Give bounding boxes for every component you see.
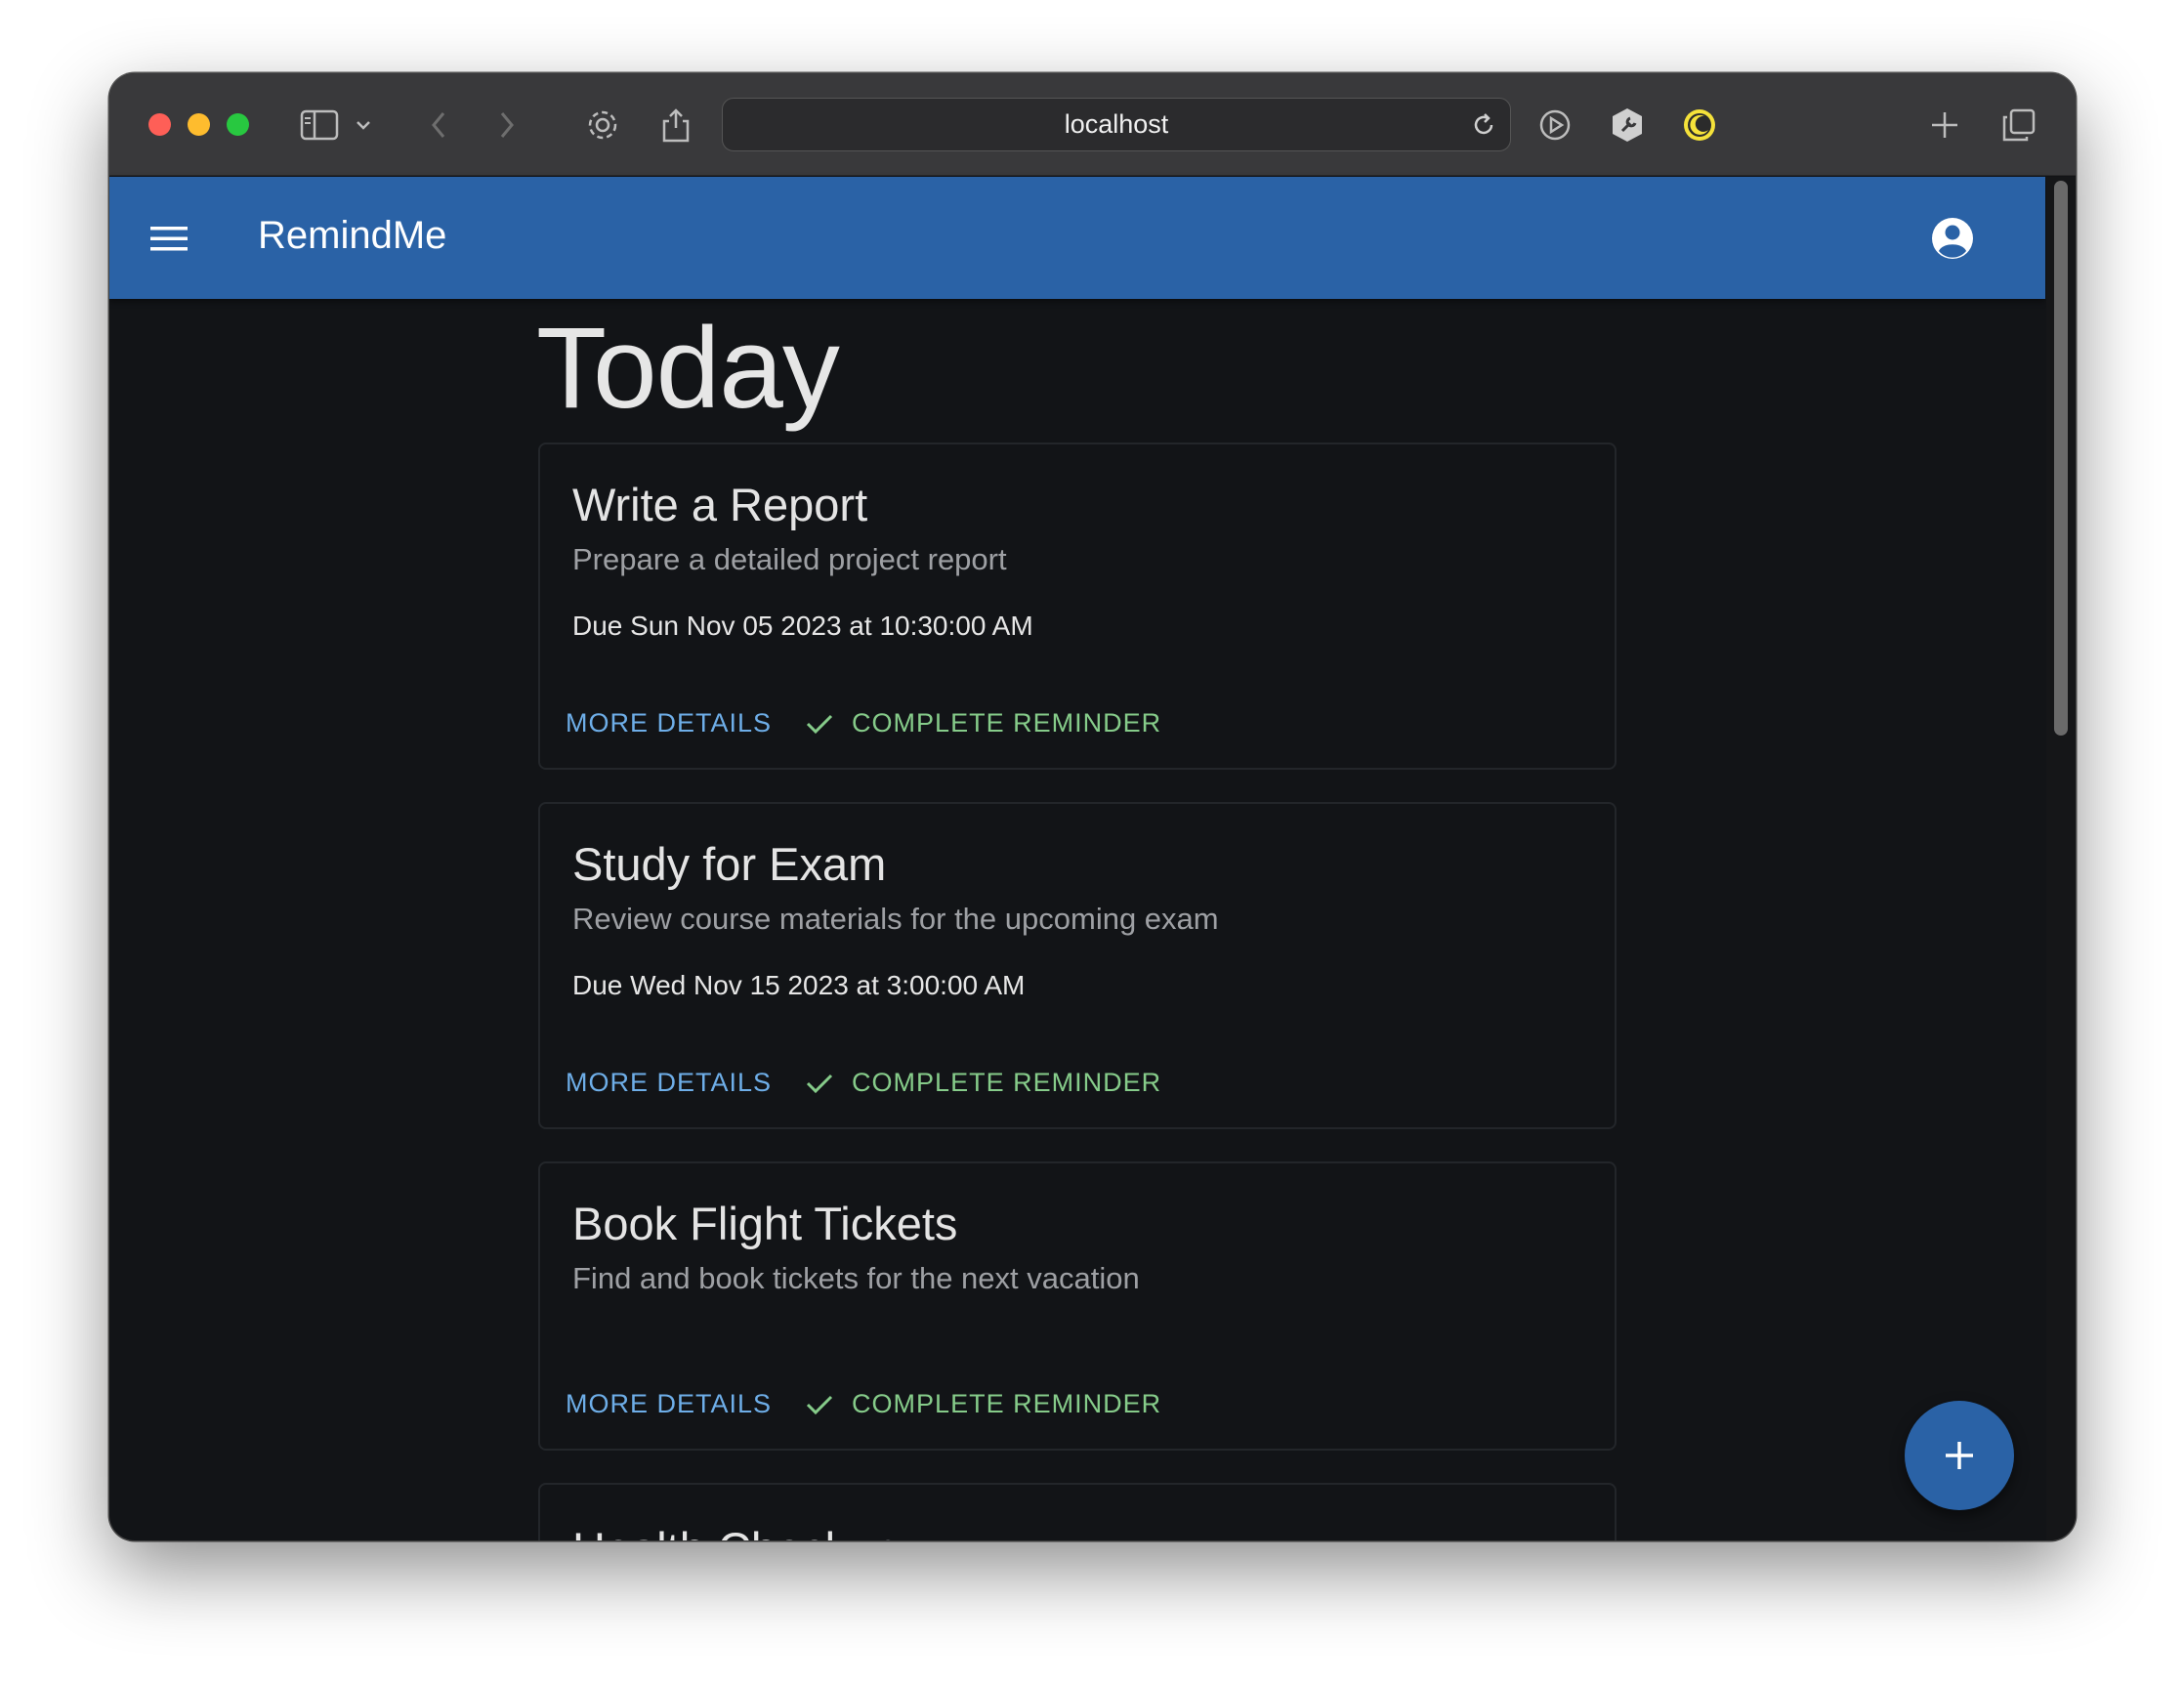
browser-toolbar: localhost	[109, 73, 2076, 176]
new-tab-icon[interactable]	[1920, 101, 1969, 149]
maximize-window-button[interactable]	[227, 113, 249, 136]
card-actions: MORE DETAILS COMPLETE REMINDER	[566, 708, 1161, 738]
more-details-button[interactable]: MORE DETAILS	[566, 1389, 772, 1419]
card-actions: MORE DETAILS COMPLETE REMINDER	[566, 1389, 1161, 1419]
back-icon[interactable]	[414, 101, 463, 149]
scrollbar-thumb[interactable]	[2054, 181, 2068, 736]
reminder-card: Book Flight Tickets Find and book ticket…	[538, 1161, 1617, 1451]
card-actions: MORE DETAILS COMPLETE REMINDER	[566, 1068, 1161, 1098]
more-details-button[interactable]: MORE DETAILS	[566, 708, 772, 738]
reminder-title: Health Checkup	[572, 1522, 899, 1540]
gear-icon[interactable]	[578, 101, 627, 149]
app-bar: RemindMe	[109, 177, 2045, 299]
reminder-title: Study for Exam	[572, 838, 887, 890]
check-icon	[806, 714, 833, 734]
page-title: Today	[536, 304, 840, 433]
reminder-title: Write a Report	[572, 479, 868, 530]
dark-mode-extension-icon[interactable]	[1675, 101, 1724, 149]
reminder-card: Write a Report Prepare a detailed projec…	[538, 443, 1617, 770]
complete-reminder-label: COMPLETE REMINDER	[852, 708, 1162, 738]
reminder-card: Study for Exam Review course materials f…	[538, 802, 1617, 1129]
complete-reminder-label: COMPLETE REMINDER	[852, 1389, 1162, 1418]
reminder-title: Book Flight Tickets	[572, 1198, 958, 1249]
play-extension-icon[interactable]	[1531, 101, 1579, 149]
account-circle-icon[interactable]	[1928, 214, 1977, 263]
wrench-extension-icon[interactable]	[1603, 101, 1652, 149]
close-window-button[interactable]	[148, 113, 171, 136]
url-text: localhost	[1064, 109, 1169, 139]
plus-icon	[1946, 1442, 1973, 1469]
browser-window: localhost RemindMe Today Write a Report …	[109, 73, 2076, 1540]
reminder-due-date: Due Wed Nov 15 2023 at 3:00:00 AM	[572, 970, 1026, 1000]
reminder-description: Review course materials for the upcoming…	[572, 902, 1219, 936]
complete-reminder-button[interactable]: COMPLETE REMINDER	[805, 708, 1161, 738]
menu-icon[interactable]	[148, 218, 189, 259]
forward-icon[interactable]	[483, 101, 531, 149]
check-icon	[806, 1395, 833, 1414]
chevron-down-icon[interactable]	[349, 101, 378, 149]
app-title: RemindMe	[258, 214, 447, 257]
reminder-description: Find and book tickets for the next vacat…	[572, 1261, 1140, 1295]
reload-icon[interactable]	[1465, 106, 1502, 144]
complete-reminder-button[interactable]: COMPLETE REMINDER	[805, 1389, 1161, 1419]
address-bar[interactable]: localhost	[722, 98, 1511, 151]
more-details-button[interactable]: MORE DETAILS	[566, 1068, 772, 1098]
sidebar-icon[interactable]	[295, 101, 344, 149]
share-icon[interactable]	[651, 101, 700, 149]
minimize-window-button[interactable]	[188, 113, 210, 136]
reminder-card: Health Checkup	[538, 1483, 1617, 1540]
tab-overview-icon[interactable]	[1995, 101, 2043, 149]
add-reminder-button[interactable]	[1905, 1401, 2014, 1510]
reminder-due-date: Due Sun Nov 05 2023 at 10:30:00 AM	[572, 611, 1033, 641]
complete-reminder-label: COMPLETE REMINDER	[852, 1068, 1162, 1097]
check-icon	[806, 1074, 833, 1093]
complete-reminder-button[interactable]: COMPLETE REMINDER	[805, 1068, 1161, 1098]
reminder-description: Prepare a detailed project report	[572, 542, 1007, 576]
